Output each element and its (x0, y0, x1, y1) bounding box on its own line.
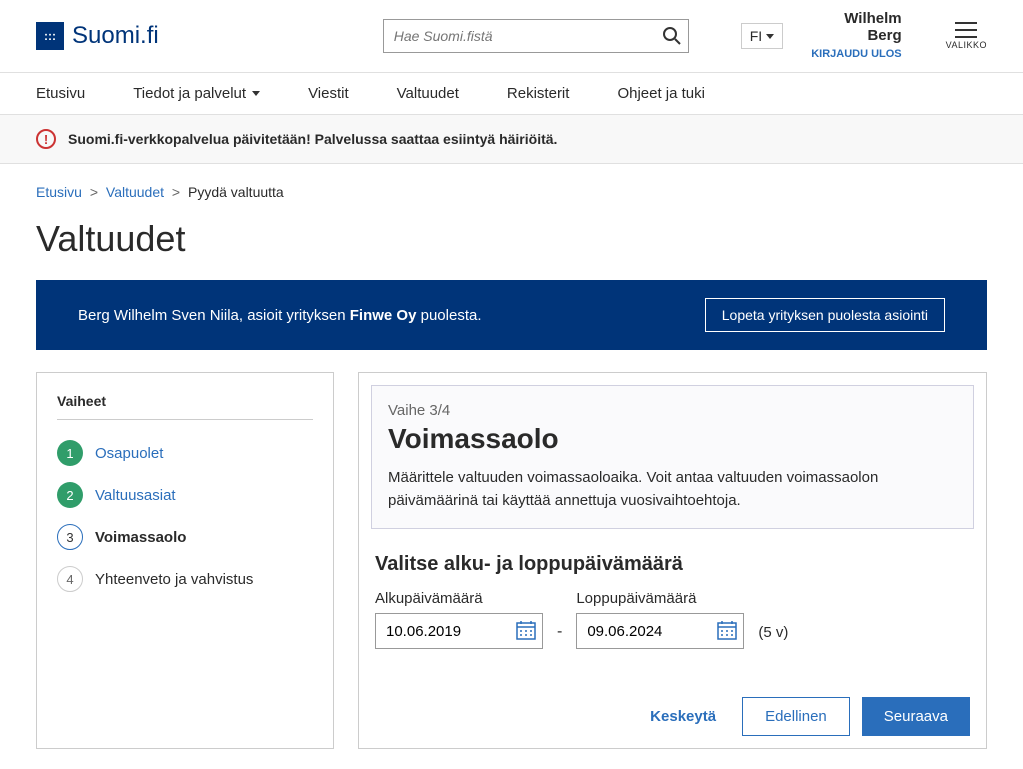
step-number: 1 (57, 440, 83, 466)
search-box (383, 19, 689, 53)
date-row: Alkupäivämäärä - Loppupäivämäärä (5 v) (375, 590, 970, 649)
nav-rekisterit[interactable]: Rekisterit (507, 73, 570, 114)
start-date-label: Alkupäivämäärä (375, 590, 543, 607)
cancel-button[interactable]: Keskeytä (636, 697, 730, 736)
chevron-down-icon (766, 34, 774, 39)
menu-toggle[interactable]: VALIKKO (946, 22, 987, 50)
alert-icon: ! (36, 129, 56, 149)
form-description: Määrittele valtuuden voimassaoloaika. Vo… (388, 467, 957, 512)
breadcrumb-link[interactable]: Valtuudet (106, 184, 164, 200)
form-panel: Vaihe 3/4 Voimassaolo Määrittele valtuud… (358, 372, 987, 749)
search-icon (662, 26, 682, 46)
steps-title: Vaiheet (57, 393, 313, 420)
form-header: Vaihe 3/4 Voimassaolo Määrittele valtuud… (371, 385, 974, 529)
step-label: Osapuolet (95, 445, 163, 462)
step-yhteenveto[interactable]: 4 Yhteenveto ja vahvistus (57, 558, 313, 600)
breadcrumb: Etusivu > Valtuudet > Pyydä valtuutta (36, 184, 987, 200)
step-number: 3 (57, 524, 83, 550)
calendar-icon[interactable] (716, 619, 738, 641)
form-actions: Keskeytä Edellinen Seuraava (371, 697, 974, 736)
search-input[interactable] (383, 19, 689, 53)
nav-tiedot[interactable]: Tiedot ja palvelut (133, 73, 260, 114)
breadcrumb-link[interactable]: Etusivu (36, 184, 82, 200)
logo-text: Suomi.fi (72, 22, 159, 50)
user-name: Wilhelm Berg (807, 10, 901, 44)
acting-on-behalf-banner: Berg Wilhelm Sven Niila, asioit yritykse… (36, 280, 987, 350)
end-date-field: Loppupäivämäärä (576, 590, 744, 649)
date-separator: - (557, 623, 562, 649)
site-logo[interactable]: ::: Suomi.fi (36, 22, 159, 50)
header: ::: Suomi.fi FI Wilhelm Berg KIRJAUDU UL… (0, 0, 1023, 72)
nav-etusivu[interactable]: Etusivu (36, 73, 85, 114)
step-osapuolet[interactable]: 1 Osapuolet (57, 432, 313, 474)
language-selector[interactable]: FI (741, 23, 783, 49)
banner-text: Berg Wilhelm Sven Niila, asioit yritykse… (78, 307, 482, 324)
next-button[interactable]: Seuraava (862, 697, 970, 736)
step-label: Valtuusasiat (95, 487, 176, 504)
lang-label: FI (750, 28, 762, 44)
step-voimassaolo[interactable]: 3 Voimassaolo (57, 516, 313, 558)
page-title: Valtuudet (36, 218, 987, 260)
menu-label: VALIKKO (946, 40, 987, 50)
steps-panel: Vaiheet 1 Osapuolet 2 Valtuusasiat 3 Voi… (36, 372, 334, 749)
stop-acting-button[interactable]: Lopeta yrityksen puolesta asiointi (705, 298, 945, 332)
main-nav: Etusivu Tiedot ja palvelut Viestit Valtu… (0, 72, 1023, 115)
alert-text: Suomi.fi-verkkopalvelua päivitetään! Pal… (68, 131, 557, 147)
hamburger-icon (955, 22, 977, 38)
breadcrumb-current: Pyydä valtuutta (188, 184, 284, 200)
chevron-down-icon (252, 91, 260, 96)
alert-bar: ! Suomi.fi-verkkopalvelua päivitetään! P… (0, 115, 1023, 164)
form-title: Voimassaolo (388, 423, 957, 455)
step-valtuusasiat[interactable]: 2 Valtuusasiat (57, 474, 313, 516)
section-title: Valitse alku- ja loppupäivämäärä (375, 553, 970, 576)
nav-viestit[interactable]: Viestit (308, 73, 349, 114)
nav-valtuudet[interactable]: Valtuudet (397, 73, 459, 114)
user-area: Wilhelm Berg KIRJAUDU ULOS (807, 10, 901, 62)
step-label: Yhteenveto ja vahvistus (95, 571, 253, 588)
start-date-field: Alkupäivämäärä (375, 590, 543, 649)
duration-display: (5 v) (758, 624, 788, 649)
end-date-label: Loppupäivämäärä (576, 590, 744, 607)
step-indicator: Vaihe 3/4 (388, 402, 957, 419)
logout-link[interactable]: KIRJAUDU ULOS (811, 48, 901, 60)
previous-button[interactable]: Edellinen (742, 697, 850, 736)
step-label: Voimassaolo (95, 529, 186, 546)
calendar-icon[interactable] (515, 619, 537, 641)
nav-ohjeet[interactable]: Ohjeet ja tuki (617, 73, 705, 114)
search-button[interactable] (656, 20, 688, 52)
logo-icon: ::: (36, 22, 64, 50)
content: Etusivu > Valtuudet > Pyydä valtuutta Va… (0, 164, 1023, 769)
main-area: Vaiheet 1 Osapuolet 2 Valtuusasiat 3 Voi… (36, 372, 987, 749)
step-number: 2 (57, 482, 83, 508)
step-number: 4 (57, 566, 83, 592)
